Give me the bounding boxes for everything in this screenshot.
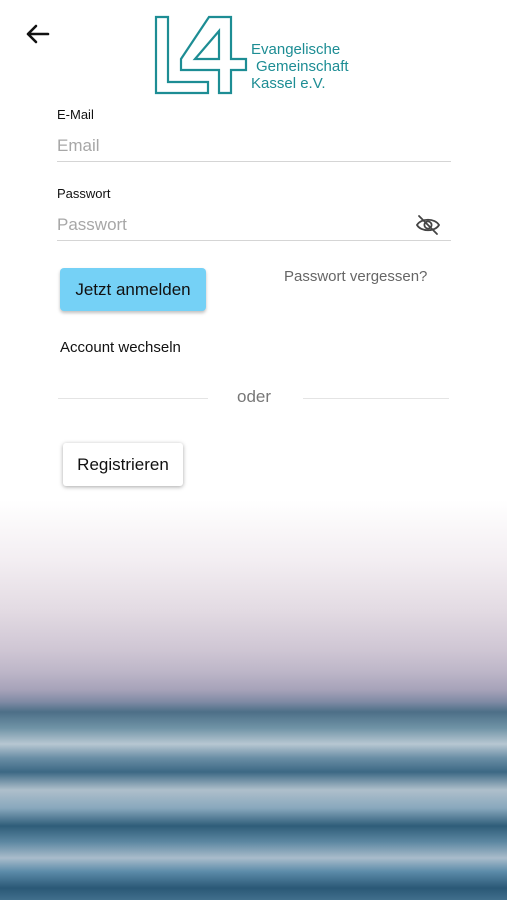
divider-line-left xyxy=(58,398,208,399)
login-button[interactable]: Jetzt anmelden xyxy=(60,268,206,311)
email-input[interactable] xyxy=(57,131,397,161)
back-button[interactable] xyxy=(22,20,54,48)
logo-line-2: Gemeinschaft xyxy=(256,58,349,75)
register-button[interactable]: Registrieren xyxy=(63,443,183,486)
eye-off-icon[interactable] xyxy=(415,214,441,236)
password-label: Passwort xyxy=(57,186,111,201)
email-field-wrapper xyxy=(57,131,451,162)
switch-account-link[interactable]: Account wechseln xyxy=(60,339,181,356)
logo-mark xyxy=(154,15,248,95)
password-field-wrapper xyxy=(57,210,451,241)
logo-line-3: Kassel e.V. xyxy=(251,75,326,92)
logo-line-1: Evangelische xyxy=(251,41,341,58)
forgot-password-link[interactable]: Passwort vergessen? xyxy=(284,268,427,285)
divider-line-right xyxy=(303,398,449,399)
email-label: E-Mail xyxy=(57,107,94,122)
logo-text: Evangelische Gemeinschaft Kassel e.V. xyxy=(251,41,349,92)
divider-text: oder xyxy=(236,387,272,406)
organization-logo: Evangelische Gemeinschaft Kassel e.V. xyxy=(153,14,363,98)
password-input[interactable] xyxy=(57,210,397,240)
arrow-left-icon xyxy=(26,24,50,44)
